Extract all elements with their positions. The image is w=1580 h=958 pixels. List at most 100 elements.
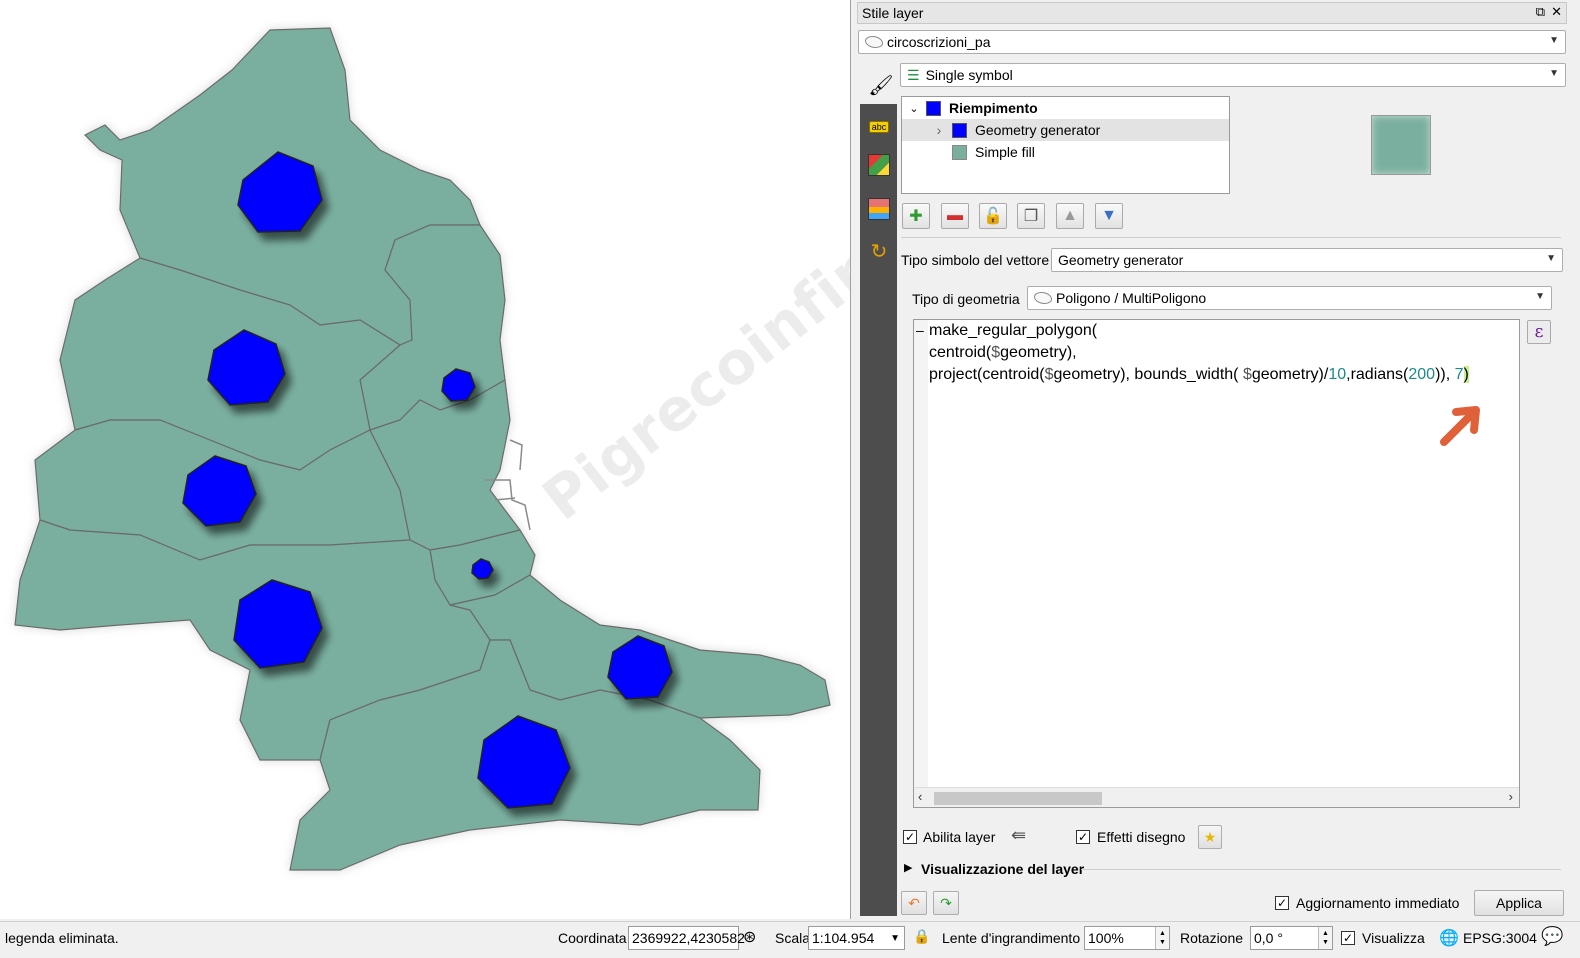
chevron-right-icon[interactable]: › xyxy=(926,122,952,138)
magnifier-field[interactable]: 100% ▲ ▼ xyxy=(1084,926,1170,950)
triangle-right-icon[interactable]: ▶ xyxy=(904,861,912,874)
move-up-button[interactable]: ▲ xyxy=(1056,203,1084,229)
spinner-icon[interactable]: ▲ ▼ xyxy=(1318,927,1332,949)
layer-select-value: circoscrizioni_pa xyxy=(887,34,991,50)
color-swatch xyxy=(952,122,967,138)
renderer-select-value: Single symbol xyxy=(925,67,1013,83)
code-line-2: centroid($geometry), xyxy=(929,344,1077,362)
fold-icon[interactable]: – xyxy=(916,322,924,338)
draw-effects-label: Effetti disegno xyxy=(1097,829,1186,845)
3d-cube-icon[interactable] xyxy=(866,152,892,178)
add-layer-button[interactable]: ✚ xyxy=(902,203,930,229)
vector-type-select[interactable]: Geometry generator ▼ xyxy=(1051,248,1563,272)
geometry-type-label: Tipo di geometria xyxy=(912,291,1020,307)
layer-select[interactable]: circoscrizioni_pa ▼ xyxy=(858,30,1566,54)
tree-row-riempimento[interactable]: ⌄ Riempimento xyxy=(902,97,1229,119)
star-effects-button[interactable]: ★ xyxy=(1198,825,1222,849)
lock-layer-button[interactable]: 🔓 xyxy=(979,203,1007,229)
crs-label[interactable]: EPSG:3004 xyxy=(1463,930,1537,946)
chevron-down-icon: ▼ xyxy=(1549,35,1559,46)
symbol-layer-tree: ⌄ Riempimento › Geometry generator Simpl… xyxy=(901,96,1230,194)
move-down-button[interactable]: ▼ xyxy=(1095,203,1123,229)
polygon-layer-icon xyxy=(865,36,883,48)
legend-icon[interactable]: ⇚ xyxy=(1011,825,1026,846)
expression-editor[interactable]: – make_regular_polygon( centroid($geomet… xyxy=(913,319,1520,808)
scale-value: 1:104.954 xyxy=(812,930,875,946)
float-icon[interactable]: ⧉ xyxy=(1536,4,1545,20)
remove-layer-button[interactable]: ▬ xyxy=(941,203,969,229)
undo-button[interactable]: ↶ xyxy=(901,891,927,915)
messages-icon[interactable]: 💬 xyxy=(1541,926,1563,947)
annotation-arrow-icon xyxy=(1440,406,1480,446)
apply-button[interactable]: Applica xyxy=(1474,890,1564,916)
tree-row-simple-fill[interactable]: Simple fill xyxy=(902,141,1229,163)
map-drawing xyxy=(14,27,831,871)
code-var: $ xyxy=(1044,366,1054,383)
code-number: 10 xyxy=(1328,366,1347,383)
divider xyxy=(1081,869,1561,870)
scroll-left-icon[interactable]: ‹ xyxy=(918,789,922,804)
scroll-thumb[interactable] xyxy=(934,792,1102,805)
geometry-type-select[interactable]: Poligono / MultiPoligono ▼ xyxy=(1027,286,1552,310)
panel-sidebar: abc ↻ xyxy=(860,104,897,916)
scale-label: Scala xyxy=(775,930,811,946)
chevron-down-icon: ▼ xyxy=(1535,291,1545,302)
code-number: 7 xyxy=(1454,366,1464,383)
draw-effects-checkbox[interactable]: ✓ xyxy=(1076,830,1090,844)
spinner-icon[interactable]: ▲ ▼ xyxy=(1155,927,1169,949)
code-var: $ xyxy=(991,344,1001,361)
geometry-type-value: Poligono / MultiPoligono xyxy=(1056,290,1207,306)
history-icon[interactable]: ↻ xyxy=(866,238,892,264)
paintbrush-icon[interactable]: 🖌 xyxy=(865,70,897,100)
editor-gutter: – xyxy=(914,320,928,788)
rotation-label: Rotazione xyxy=(1180,930,1244,946)
renderer-select[interactable]: ☰ Single symbol ▼ xyxy=(900,63,1566,87)
chevron-down-icon: ▼ xyxy=(1549,68,1559,79)
symbol-preview xyxy=(1371,115,1431,175)
panel-title: Stile layer xyxy=(862,5,924,21)
expression-builder-button[interactable]: ε xyxy=(1527,320,1551,344)
redo-button[interactable]: ↷ xyxy=(933,891,959,915)
color-swatch xyxy=(926,100,941,116)
chevron-down-icon[interactable]: ⌄ xyxy=(902,102,926,115)
layer-styling-panel: Stile layer ⧉ ✕ circoscrizioni_pa ▼ 🖌 ☰ … xyxy=(853,0,1580,919)
code-text: ) xyxy=(1463,366,1469,383)
vector-type-value: Geometry generator xyxy=(1058,252,1184,268)
scale-field[interactable]: 1:104.954 ▼ xyxy=(808,926,905,950)
live-update-label: Aggiornamento immediato xyxy=(1296,895,1460,911)
globe-icon[interactable]: 🌐 xyxy=(1439,928,1459,948)
map-canvas[interactable]: Pigrecoinfinito xyxy=(0,0,851,919)
code-text: )), xyxy=(1435,366,1455,383)
coordinate-value: 2369922,4230582 xyxy=(632,930,745,946)
close-icon[interactable]: ✕ xyxy=(1551,4,1562,20)
duplicate-layer-button[interactable]: ❐ xyxy=(1017,203,1045,229)
code-text: geometry), bounds_width( xyxy=(1053,366,1243,383)
vector-type-label: Tipo simbolo del vettore xyxy=(901,252,1050,268)
render-label: Visualizza xyxy=(1362,930,1425,946)
mouse-coordinate-icon[interactable]: ⊛ xyxy=(743,927,756,947)
render-checkbox[interactable]: ✓ xyxy=(1341,931,1355,945)
tree-row-geometry-generator[interactable]: › Geometry generator xyxy=(902,119,1229,141)
code-text: ,radians( xyxy=(1346,366,1409,383)
code-text: centroid( xyxy=(929,344,992,361)
lock-icon[interactable]: 🔒 xyxy=(913,928,930,945)
layer-rendering-label[interactable]: Visualizzazione del layer xyxy=(921,861,1084,877)
code-line-3: project(centroid($geometry), bounds_widt… xyxy=(929,366,1469,384)
enable-layer-label: Abilita layer xyxy=(923,829,996,845)
live-update-checkbox[interactable]: ✓ xyxy=(1275,896,1289,910)
rotation-value: 0,0 ° xyxy=(1254,930,1283,946)
magnifier-value: 100% xyxy=(1088,930,1124,946)
enable-layer-checkbox[interactable]: ✓ xyxy=(903,830,917,844)
coordinate-field[interactable]: 2369922,4230582 xyxy=(628,926,745,950)
tree-label: Geometry generator xyxy=(975,122,1101,138)
scroll-right-icon[interactable]: › xyxy=(1509,789,1513,804)
panel-titlebar: Stile layer ⧉ ✕ xyxy=(857,2,1567,24)
diagram-icon[interactable] xyxy=(866,196,892,222)
renderer-icon: ☰ xyxy=(907,66,920,83)
horizontal-scrollbar[interactable]: ‹ › xyxy=(914,787,1519,807)
coordinate-label: Coordinata xyxy=(558,930,627,946)
color-swatch xyxy=(952,144,967,160)
code-text: make_regular_polygon( xyxy=(929,322,1098,339)
rotation-field[interactable]: 0,0 ° ▲ ▼ xyxy=(1250,926,1333,950)
label-abc-icon[interactable]: abc xyxy=(866,114,892,140)
